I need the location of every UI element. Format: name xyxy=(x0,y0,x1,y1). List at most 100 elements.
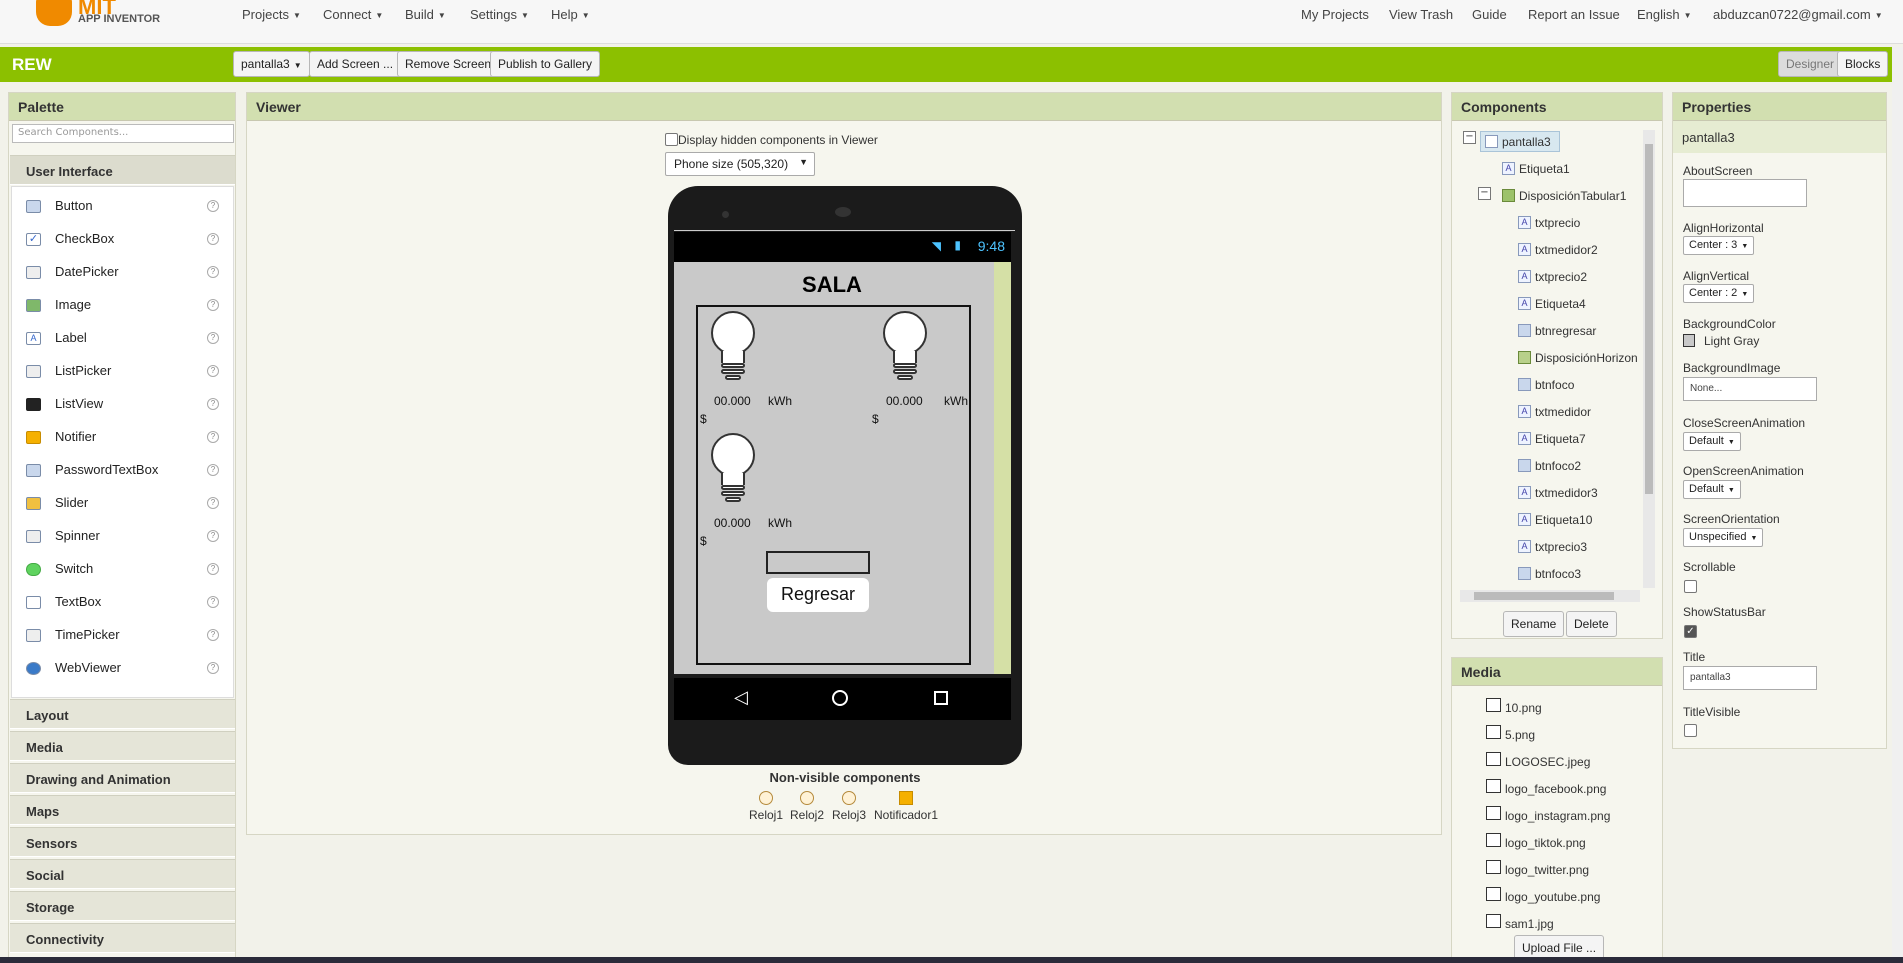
btnfoco3-bulb-button[interactable] xyxy=(707,433,759,509)
category-drawing-animation[interactable]: Drawing and Animation xyxy=(10,763,235,793)
btnfoco2-bulb-button[interactable] xyxy=(879,311,931,387)
menu-connect[interactable]: Connect ▼ xyxy=(323,7,383,22)
empty-text-field[interactable] xyxy=(766,551,870,574)
menu-help[interactable]: Help ▼ xyxy=(551,7,590,22)
color-swatch-icon[interactable] xyxy=(1683,334,1695,347)
help-icon[interactable]: ? xyxy=(207,299,219,311)
palette-item-button[interactable]: Button? xyxy=(11,190,234,223)
palette-item-checkbox[interactable]: ✓ CheckBox? xyxy=(11,223,234,256)
tree-item[interactable]: Atxtprecio3 xyxy=(1518,540,1587,554)
about-screen-textarea[interactable] xyxy=(1683,179,1807,207)
media-file[interactable]: logo_instagram.png xyxy=(1486,806,1610,823)
category-storage[interactable]: Storage xyxy=(10,891,235,921)
help-icon[interactable]: ? xyxy=(207,497,219,509)
category-maps[interactable]: Maps xyxy=(10,795,235,825)
palette-item-spinner[interactable]: Spinner? xyxy=(11,520,234,553)
tree-root-item[interactable]: pantalla3 xyxy=(1480,131,1560,152)
title-visible-checkbox[interactable] xyxy=(1684,724,1697,737)
collapse-root-icon[interactable]: − xyxy=(1463,131,1476,144)
palette-item-image[interactable]: Image? xyxy=(11,289,234,322)
tree-item[interactable]: btnfoco2 xyxy=(1518,459,1581,473)
delete-button[interactable]: Delete xyxy=(1566,611,1617,637)
tree-item[interactable]: A Etiqueta10 xyxy=(1518,513,1592,527)
menu-projects[interactable]: Projects ▼ xyxy=(242,7,301,22)
screen-orientation-select[interactable]: Unspecified ▼ xyxy=(1683,528,1764,547)
help-icon[interactable]: ? xyxy=(207,398,219,410)
category-media[interactable]: Media xyxy=(10,731,235,761)
palette-item-datepicker[interactable]: DatePicker? xyxy=(11,256,234,289)
palette-item-switch[interactable]: Switch? xyxy=(11,553,234,586)
media-file[interactable]: logo_twitter.png xyxy=(1486,860,1589,877)
rename-button[interactable]: Rename xyxy=(1503,611,1565,637)
title-input[interactable]: pantalla3 xyxy=(1683,666,1817,690)
language-dropdown[interactable]: English ▼ xyxy=(1637,7,1692,22)
tree-item[interactable]: DisposiciónTabular1 xyxy=(1502,189,1626,203)
tree-item[interactable]: Atxtmedidor2 xyxy=(1518,243,1598,257)
palette-item-slider[interactable]: Slider? xyxy=(11,487,234,520)
align-vertical-select[interactable]: Center : 2 ▼ xyxy=(1683,284,1755,303)
show-status-bar-checkbox[interactable]: ✓ xyxy=(1684,625,1697,638)
help-icon[interactable]: ? xyxy=(207,596,219,608)
tree-horizontal-scrollbar[interactable] xyxy=(1460,590,1640,602)
tree-item[interactable]: btnregresar xyxy=(1518,324,1596,338)
palette-item-listpicker[interactable]: ListPicker? xyxy=(11,355,234,388)
remove-screen-button[interactable]: Remove Screen xyxy=(397,51,500,77)
help-icon[interactable]: ? xyxy=(207,629,219,641)
media-file[interactable]: 5.png xyxy=(1486,725,1535,742)
back-nav-icon[interactable]: ◁ xyxy=(734,687,748,708)
tree-item[interactable]: A Etiqueta1 xyxy=(1502,162,1570,176)
screen-select-dropdown[interactable]: pantalla3 ▼ xyxy=(233,51,310,77)
tree-item[interactable]: Atxtmedidor xyxy=(1518,405,1591,419)
nonvisible-notificador1[interactable]: Notificador1 xyxy=(870,791,942,822)
link-view-trash[interactable]: View Trash xyxy=(1389,7,1453,22)
help-icon[interactable]: ? xyxy=(207,266,219,278)
palette-search-input[interactable]: Search Components... xyxy=(12,124,234,143)
regresar-button[interactable]: Regresar xyxy=(767,578,869,612)
category-sensors[interactable]: Sensors xyxy=(10,827,235,857)
tree-item[interactable]: A Etiqueta4 xyxy=(1518,297,1586,311)
palette-item-timepicker[interactable]: TimePicker? xyxy=(11,619,234,652)
phone-size-select[interactable]: Phone size (505,320) ▼ xyxy=(665,152,815,176)
tree-vertical-scrollbar[interactable] xyxy=(1643,130,1655,588)
open-animation-select[interactable]: Default ▼ xyxy=(1683,480,1741,499)
background-image-picker[interactable]: None... xyxy=(1683,377,1817,401)
media-file[interactable]: logo_tiktok.png xyxy=(1486,833,1586,850)
nonvisible-reloj1[interactable]: Reloj1 xyxy=(746,791,786,822)
collapse-arrangement-icon[interactable]: − xyxy=(1478,187,1491,200)
media-file[interactable]: 10.png xyxy=(1486,698,1542,715)
tree-item[interactable]: btnfoco3 xyxy=(1518,567,1581,581)
palette-item-listview[interactable]: ListView? xyxy=(11,388,234,421)
help-icon[interactable]: ? xyxy=(207,332,219,344)
category-connectivity[interactable]: Connectivity xyxy=(10,923,235,953)
btnfoco-bulb-button[interactable] xyxy=(707,311,759,387)
scroll-thumb[interactable] xyxy=(1474,592,1614,600)
help-icon[interactable]: ? xyxy=(207,365,219,377)
help-icon[interactable]: ? xyxy=(207,530,219,542)
category-user-interface[interactable]: User Interface xyxy=(10,155,235,185)
tree-item[interactable]: Atxtprecio2 xyxy=(1518,270,1587,284)
tree-item[interactable]: btnfoco xyxy=(1518,378,1574,392)
nonvisible-reloj2[interactable]: Reloj2 xyxy=(787,791,827,822)
nonvisible-reloj3[interactable]: Reloj3 xyxy=(829,791,869,822)
palette-item-label[interactable]: A Label? xyxy=(11,322,234,355)
link-guide[interactable]: Guide xyxy=(1472,7,1507,22)
palette-item-passwordtextbox[interactable]: PasswordTextBox? xyxy=(11,454,234,487)
media-file[interactable]: logo_youtube.png xyxy=(1486,887,1600,904)
link-report-issue[interactable]: Report an Issue xyxy=(1528,7,1620,22)
tree-item[interactable]: Atxtmedidor3 xyxy=(1518,486,1598,500)
publish-gallery-button[interactable]: Publish to Gallery xyxy=(490,51,601,77)
category-social[interactable]: Social xyxy=(10,859,235,889)
media-file[interactable]: logo_facebook.png xyxy=(1486,779,1606,796)
tree-item[interactable]: DisposiciónHorizon xyxy=(1518,351,1638,365)
palette-item-notifier[interactable]: Notifier? xyxy=(11,421,234,454)
media-file[interactable]: sam1.jpg xyxy=(1486,914,1554,931)
account-dropdown[interactable]: abduzcan0722@gmail.com ▼ xyxy=(1713,7,1883,22)
palette-item-webviewer[interactable]: WebViewer? xyxy=(11,652,234,685)
app-inventor-logo[interactable]: MIT APP INVENTOR xyxy=(32,0,162,34)
help-icon[interactable]: ? xyxy=(207,662,219,674)
tree-item[interactable]: Atxtprecio xyxy=(1518,216,1580,230)
help-icon[interactable]: ? xyxy=(207,431,219,443)
menu-build[interactable]: Build ▼ xyxy=(405,7,446,22)
align-horizontal-select[interactable]: Center : 3 ▼ xyxy=(1683,236,1755,255)
scroll-thumb[interactable] xyxy=(1645,144,1653,494)
